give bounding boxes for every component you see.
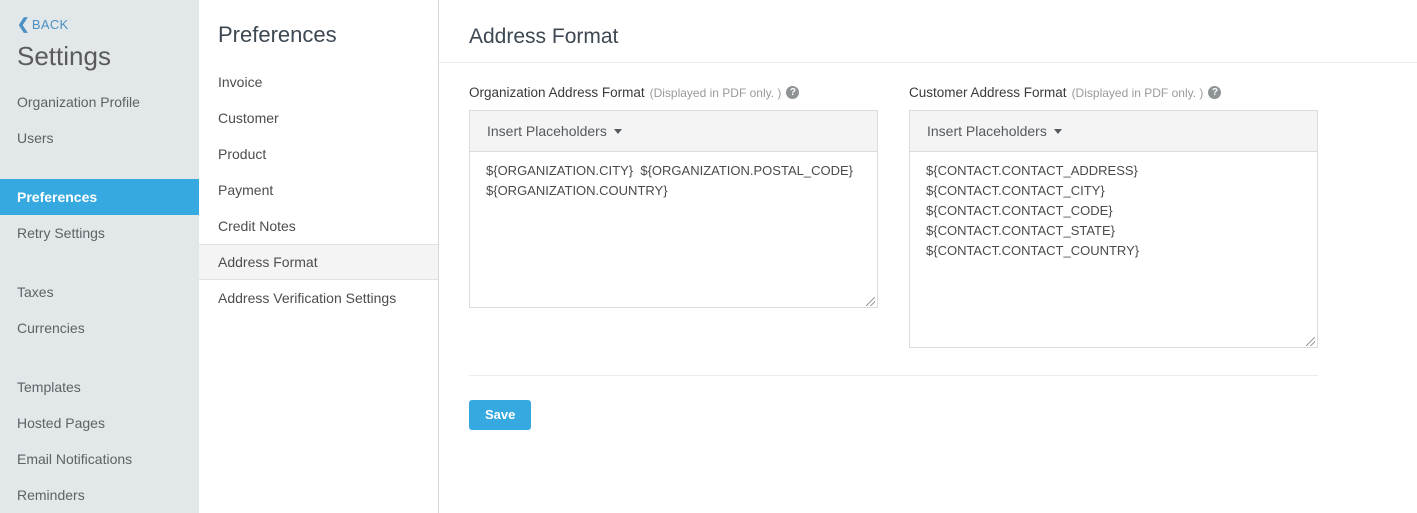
insert-placeholders-label: Insert Placeholders [487,123,607,139]
sidebar-item-taxes[interactable]: Taxes [0,274,199,310]
organization-address-editor: Insert Placeholders [469,110,878,308]
sidebar-item-users[interactable]: Users [0,120,199,156]
nav-item-address-verification-settings[interactable]: Address Verification Settings [199,280,438,316]
back-link[interactable]: ❮ BACK [0,14,199,34]
help-circle-icon[interactable]: ? [1208,86,1221,99]
customer-address-format-label: Customer Address Format (Displayed in PD… [909,85,1318,100]
form-divider [469,375,1318,376]
preferences-nav-column: Preferences InvoiceCustomerProductPaymen… [199,0,439,513]
sidebar-item-currencies[interactable]: Currencies [0,310,199,346]
customer-label-text: Customer Address Format [909,85,1067,100]
primary-sidebar: ❮ BACK Settings Organization ProfileUser… [0,0,199,513]
organization-address-format-textarea[interactable] [470,152,877,295]
sidebar-item-hosted-pages[interactable]: Hosted Pages [0,405,199,441]
sidebar-item-email-notifications[interactable]: Email Notifications [0,441,199,477]
organization-editor-toolbar: Insert Placeholders [470,111,877,152]
organization-label-hint: (Displayed in PDF only. ) [650,86,782,100]
sidebar-item-organization-profile[interactable]: Organization Profile [0,84,199,120]
nav-item-payment[interactable]: Payment [199,172,438,208]
sidebar-group: PreferencesRetry Settings [0,179,199,251]
nav-item-product[interactable]: Product [199,136,438,172]
sidebar-item-preferences[interactable]: Preferences [0,179,199,215]
customer-editor-toolbar: Insert Placeholders [910,111,1317,152]
back-label: BACK [32,17,69,32]
insert-placeholders-dropdown-organization[interactable]: Insert Placeholders [487,123,622,139]
customer-address-format-block: Customer Address Format (Displayed in PD… [909,85,1318,348]
customer-textarea-resize-handle[interactable] [910,335,1317,347]
organization-textarea-resize-handle[interactable] [470,295,877,307]
nav-item-invoice[interactable]: Invoice [199,64,438,100]
insert-placeholders-dropdown-customer[interactable]: Insert Placeholders [927,123,1062,139]
insert-placeholders-label: Insert Placeholders [927,123,1047,139]
content-title: Address Format [439,0,1417,52]
sidebar-item-templates[interactable]: Templates [0,369,199,405]
main-content: Address Format Organization Address Form… [439,0,1417,513]
nav-item-address-format[interactable]: Address Format [199,244,438,280]
customer-address-format-textarea[interactable] [910,152,1317,335]
customer-label-hint: (Displayed in PDF only. ) [1072,86,1204,100]
page-title: Settings [0,34,199,74]
customer-address-editor: Insert Placeholders [909,110,1318,348]
organization-address-format-block: Organization Address Format (Displayed i… [469,85,878,348]
nav-title: Preferences [199,18,438,52]
sidebar-nav: Organization ProfileUsers PreferencesRetr… [0,84,199,513]
nav-item-customer[interactable]: Customer [199,100,438,136]
settings-page: ❮ BACK Settings Organization ProfileUser… [0,0,1417,513]
organization-address-format-label: Organization Address Format (Displayed i… [469,85,878,100]
address-format-fields: Organization Address Format (Displayed i… [439,63,1417,348]
save-button[interactable]: Save [469,400,531,430]
help-circle-icon[interactable]: ? [786,86,799,99]
caret-down-icon [614,129,622,134]
sidebar-group: TaxesCurrencies [0,274,199,346]
sidebar-item-reminders[interactable]: Reminders [0,477,199,513]
nav-item-credit-notes[interactable]: Credit Notes [199,208,438,244]
organization-label-text: Organization Address Format [469,85,645,100]
sidebar-group: TemplatesHosted PagesEmail Notifications… [0,369,199,513]
caret-down-icon [1054,129,1062,134]
sidebar-item-retry-settings[interactable]: Retry Settings [0,215,199,251]
chevron-left-icon: ❮ [17,17,30,32]
preferences-nav-list: InvoiceCustomerProductPaymentCredit Note… [199,64,438,316]
sidebar-group: Organization ProfileUsers [0,84,199,156]
